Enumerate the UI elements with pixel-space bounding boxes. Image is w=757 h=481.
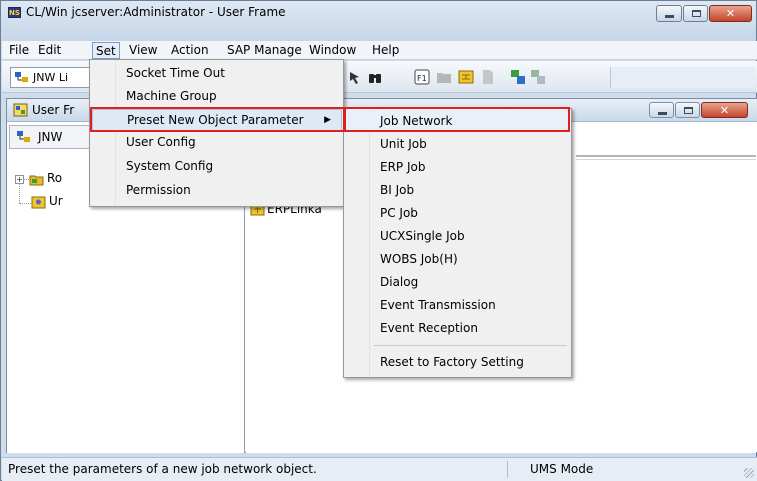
job-network-icon (15, 72, 28, 82)
status-mode: UMS Mode (530, 462, 594, 476)
menu-edit[interactable]: Edit (35, 42, 64, 59)
title-bar: NS CL/Win jcserver:Administrator - User … (1, 1, 756, 41)
close-icon: ✕ (719, 104, 730, 117)
network-green-icon[interactable] (510, 69, 526, 85)
arrow-tool-icon[interactable] (347, 69, 363, 85)
maximize-button[interactable] (683, 5, 708, 22)
menu-window[interactable]: Window (306, 42, 359, 59)
folder-icon[interactable] (436, 69, 452, 85)
binoculars-icon[interactable] (367, 69, 383, 85)
child-close-button[interactable]: ✕ (701, 102, 748, 118)
menu-sap-manage[interactable]: SAP Manage (224, 42, 305, 59)
child-minimize-button[interactable] (649, 102, 674, 118)
menu-help[interactable]: Help (369, 42, 402, 59)
menu-item-machine-group[interactable]: Machine Group (92, 86, 342, 108)
tree-item-root[interactable]: Ro (47, 171, 62, 185)
user-group-icon (31, 196, 46, 209)
menu-item-socket-time-out[interactable]: Socket Time Out (92, 63, 342, 85)
status-bar: Preset the parameters of a new job netwo… (2, 457, 757, 481)
close-icon: ✕ (725, 7, 736, 20)
submenu-item-event-transmission[interactable]: Event Transmission (347, 295, 569, 317)
menu-bar: File Edit Set View Action SAP Manage Win… (2, 41, 757, 60)
menu-file[interactable]: File (6, 42, 32, 59)
user-frame-icon (13, 103, 28, 117)
tree-connector (19, 203, 31, 204)
column-header-divider (576, 155, 756, 160)
f1-help-icon[interactable]: F1 (414, 69, 430, 85)
svg-text:F1: F1 (417, 74, 427, 83)
preset-submenu: Job Network Unit Job ERP Job BI Job PC J… (343, 108, 572, 378)
submenu-item-unit-job[interactable]: Unit Job (347, 134, 569, 156)
job-icon[interactable] (458, 69, 474, 85)
folder-icon (29, 175, 44, 186)
submenu-item-ucxsingle-job[interactable]: UCXSingle Job (347, 226, 569, 248)
resize-grip-icon[interactable] (744, 468, 754, 478)
submenu-item-reset-to-factory-setting[interactable]: Reset to Factory Setting (347, 352, 569, 374)
maximize-icon (684, 107, 693, 114)
menu-separator (374, 345, 567, 346)
menu-action[interactable]: Action (168, 42, 212, 59)
menu-item-permission[interactable]: Permission (92, 180, 342, 202)
set-menu: Socket Time Out Machine Group Preset New… (89, 59, 344, 207)
document-icon[interactable] (480, 69, 496, 85)
submenu-item-wobs-job[interactable]: WOBS Job(H) (347, 249, 569, 271)
tree-header-label: JNW (38, 130, 63, 144)
submenu-item-dialog[interactable]: Dialog (347, 272, 569, 294)
menu-set[interactable]: Set (92, 42, 120, 59)
tree-item-user[interactable]: Ur (49, 194, 63, 208)
job-network-icon (17, 131, 30, 142)
child-maximize-button[interactable] (675, 102, 700, 118)
highlight-box-job-network (344, 107, 570, 132)
highlight-box-preset (90, 107, 345, 132)
maximize-icon (692, 10, 701, 17)
toolbar-field (610, 67, 755, 88)
submenu-item-pc-job[interactable]: PC Job (347, 203, 569, 225)
submenu-item-erp-job[interactable]: ERP Job (347, 157, 569, 179)
minimize-icon (665, 15, 674, 18)
submenu-item-event-reception[interactable]: Event Reception (347, 318, 569, 340)
child-window-title: User Fr (32, 103, 75, 117)
submenu-item-bi-job[interactable]: BI Job (347, 180, 569, 202)
menu-view[interactable]: View (126, 42, 160, 59)
window-title: CL/Win jcserver:Administrator - User Fra… (26, 5, 286, 19)
menu-item-system-config[interactable]: System Config (92, 156, 342, 178)
app-icon: NS (8, 7, 21, 18)
status-message: Preset the parameters of a new job netwo… (8, 462, 317, 476)
jnw-list-combo[interactable]: JNW Li (10, 67, 90, 88)
status-divider (507, 461, 508, 478)
tree-expander[interactable]: + (15, 175, 24, 184)
tree-connector (19, 183, 20, 203)
menu-item-user-config[interactable]: User Config (92, 132, 342, 154)
minimize-icon (658, 112, 667, 115)
close-button[interactable]: ✕ (709, 5, 752, 22)
network-gray-icon[interactable] (530, 69, 546, 85)
minimize-button[interactable] (656, 5, 682, 22)
jnw-list-label: JNW Li (33, 71, 69, 84)
